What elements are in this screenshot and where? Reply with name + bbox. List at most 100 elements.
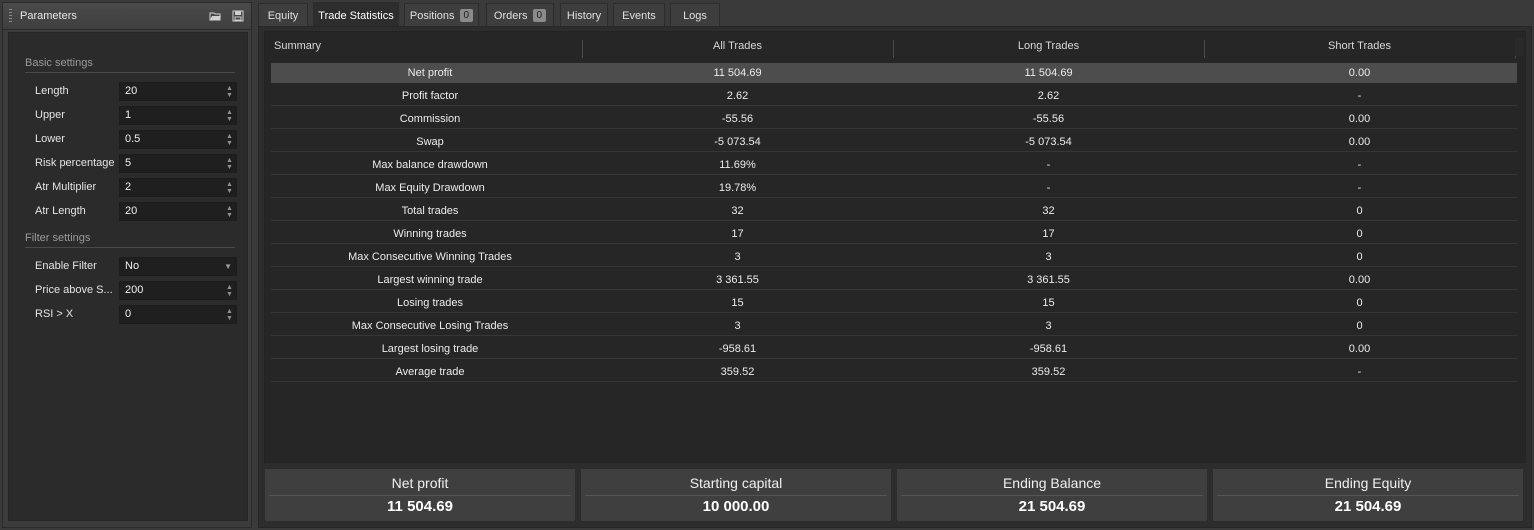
parameter-value[interactable]: 2 [125, 181, 131, 193]
parameter-label: Atr Length [35, 205, 86, 217]
spinner-arrows-icon[interactable]: ▲ ▼ [226, 205, 233, 219]
table-row[interactable]: Max balance drawdown 11.69% - - [271, 155, 1517, 175]
table-row[interactable]: Swap -5 073.54 -5 073.54 0.00 [271, 132, 1517, 152]
tab-equity[interactable]: Equity [258, 3, 308, 27]
tab-trade-statistics[interactable]: Trade Statistics [313, 2, 399, 28]
parameter-value[interactable]: 0 [125, 308, 131, 320]
parameter-row: RSI > X 0 ▲ ▼ [35, 304, 237, 324]
column-header[interactable]: Short Trades [1204, 40, 1515, 52]
parameter-label: Lower [35, 133, 65, 145]
table-row[interactable]: Total trades 32 32 0 [271, 201, 1517, 221]
parameter-value[interactable]: 0.5 [125, 133, 140, 145]
table-row[interactable]: Commission -55.56 -55.56 0.00 [271, 109, 1517, 129]
spinner-arrows-icon[interactable]: ▲ ▼ [226, 308, 233, 322]
spinner-arrows-icon[interactable]: ▲ ▼ [226, 181, 233, 195]
tab-label: Orders [493, 9, 528, 22]
parameter-value[interactable]: 20 [125, 205, 137, 217]
parameter-stepper[interactable]: 5 ▲ ▼ [119, 153, 237, 173]
parameter-stepper[interactable]: 2 ▲ ▼ [119, 177, 237, 197]
parameter-row: Lower 0.5 ▲ ▼ [35, 129, 237, 149]
column-divider[interactable] [893, 40, 894, 58]
table-cell: - [1046, 181, 1051, 194]
table-cell: 32 [1042, 204, 1055, 217]
parameter-stepper[interactable]: 200 ▲ ▼ [119, 280, 237, 300]
table-cell: 11 504.69 [1024, 66, 1073, 79]
row-label: Net profit [407, 66, 453, 79]
tab-orders[interactable]: Orders 0 [486, 3, 554, 27]
table-row[interactable]: Average trade 359.52 359.52 - [271, 362, 1517, 382]
parameter-stepper[interactable]: 0.5 ▲ ▼ [119, 129, 237, 149]
table-cell: 3 [1045, 319, 1052, 332]
table-cell: 17 [731, 227, 744, 240]
parameter-value[interactable]: 200 [125, 284, 143, 296]
table-cell: 0 [1356, 319, 1363, 332]
row-label: Commission [399, 112, 461, 125]
table-cell: 0.00 [1348, 112, 1371, 125]
parameter-stepper[interactable]: 20 ▲ ▼ [119, 201, 237, 221]
table-cell: 15 [731, 296, 744, 309]
column-divider[interactable] [1204, 40, 1205, 58]
table-row[interactable]: Profit factor 2.62 2.62 - [271, 86, 1517, 106]
table-cell: 19.78% [718, 181, 757, 194]
parameter-value[interactable]: 5 [125, 157, 131, 169]
section-label: Filter settings [25, 232, 91, 244]
spinner-arrows-icon[interactable]: ▲ ▼ [226, 157, 233, 171]
table-row[interactable]: Losing trades 15 15 0 [271, 293, 1517, 313]
chevron-down-icon[interactable]: ▼ [224, 262, 232, 271]
parameter-value[interactable]: No [125, 260, 139, 272]
parameter-label: Upper [35, 109, 65, 121]
summary-card-starting-capital: Starting capital 10 000.00 [580, 468, 892, 522]
table-cell: -55.56 [1032, 112, 1065, 125]
table-row[interactable]: Largest winning trade 3 361.55 3 361.55 0.0… [271, 270, 1517, 290]
table-row[interactable]: Max Consecutive Winning Trades 3 3 0 [271, 247, 1517, 267]
tab-history[interactable]: History [560, 3, 608, 27]
table-cell: 0 [1356, 250, 1363, 263]
summary-card-net-profit: Net profit 11 504.69 [264, 468, 576, 522]
section-label: Basic settings [25, 57, 93, 69]
spinner-arrows-icon[interactable]: ▲ ▼ [226, 109, 233, 123]
row-label: Max Consecutive Losing Trades [351, 319, 509, 332]
table-cell: 2.62 [1037, 89, 1060, 102]
table-cell: -55.56 [721, 112, 754, 125]
open-folder-icon[interactable] [209, 10, 221, 22]
parameter-label: Risk percentage [35, 157, 115, 169]
row-label: Largest losing trade [381, 342, 479, 355]
table-row[interactable]: Largest losing trade -958.61 -958.61 0.00 [271, 339, 1517, 359]
column-header[interactable]: All Trades [582, 40, 893, 52]
table-cell: 359.52 [1031, 365, 1066, 378]
table-cell: 2.62 [726, 89, 749, 102]
parameter-value[interactable]: 1 [125, 109, 131, 121]
row-label: Losing trades [396, 296, 464, 309]
table-cell: 0.00 [1348, 342, 1371, 355]
row-label: Swap [416, 135, 444, 148]
spinner-arrows-icon[interactable]: ▲ ▼ [226, 284, 233, 298]
parameter-value[interactable]: 20 [125, 85, 137, 97]
table-cell: 32 [731, 204, 744, 217]
tab-positions[interactable]: Positions 0 [404, 3, 479, 27]
parameter-label: Length [35, 85, 69, 97]
table-row[interactable]: Winning trades 17 17 0 [271, 224, 1517, 244]
spinner-arrows-icon[interactable]: ▲ ▼ [226, 85, 233, 99]
parameter-row: Enable Filter No ▼ [35, 256, 237, 276]
parameters-title: Parameters [20, 10, 77, 22]
drag-grip-icon[interactable] [9, 9, 12, 23]
table-row[interactable]: Max Consecutive Losing Trades 3 3 0 [271, 316, 1517, 336]
parameter-dropdown[interactable]: No ▼ [119, 256, 237, 276]
column-header[interactable]: Long Trades [893, 40, 1204, 52]
save-icon[interactable] [232, 10, 244, 22]
vertical-scrollbar[interactable] [1515, 38, 1523, 56]
tab-events[interactable]: Events [613, 3, 665, 27]
column-header[interactable]: Summary [274, 40, 592, 52]
table-header: Summary All Trades Long Trades Short Trades [265, 36, 1527, 58]
tab-label: Trade Statistics [318, 9, 394, 22]
parameter-stepper[interactable]: 0 ▲ ▼ [119, 304, 237, 324]
parameter-stepper[interactable]: 20 ▲ ▼ [119, 81, 237, 101]
column-divider[interactable] [582, 40, 583, 58]
spinner-arrows-icon[interactable]: ▲ ▼ [226, 133, 233, 147]
table-cell: 0 [1356, 227, 1363, 240]
parameter-stepper[interactable]: 1 ▲ ▼ [119, 105, 237, 125]
table-cell: 3 [734, 250, 741, 263]
table-row[interactable]: Max Equity Drawdown 19.78% - - [271, 178, 1517, 198]
table-row[interactable]: Net profit 11 504.69 11 504.69 0.00 [271, 63, 1517, 83]
tab-logs[interactable]: Logs [670, 3, 720, 27]
